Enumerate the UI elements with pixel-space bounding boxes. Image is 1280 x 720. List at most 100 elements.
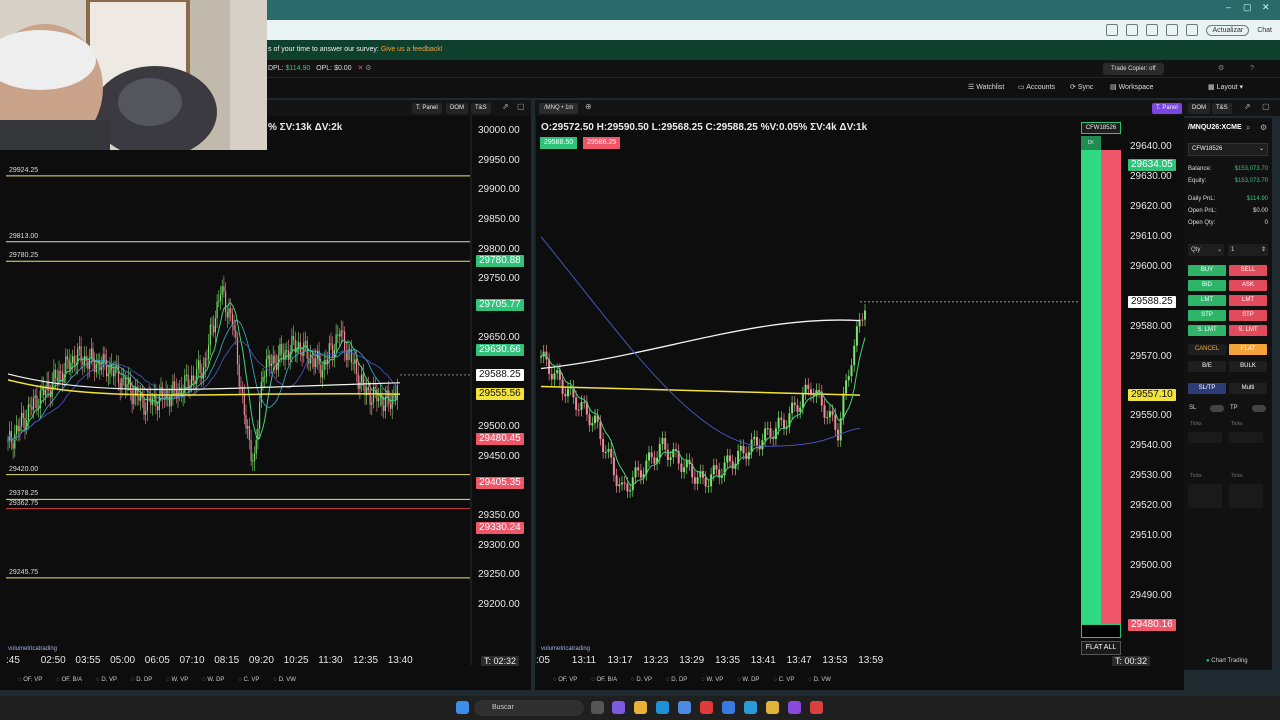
tab-multi[interactable]: Multi: [1229, 383, 1267, 394]
flat-all-button[interactable]: FLAT ALL: [1081, 641, 1121, 655]
copilot-chat-button[interactable]: Chat: [1257, 27, 1272, 34]
qty-input[interactable]: 1 ⇕: [1228, 244, 1268, 256]
candle-body: [281, 343, 283, 354]
indicator-tab[interactable]: ◌ OF. B/A: [591, 677, 617, 683]
tab-sl-tp[interactable]: SL/TP: [1188, 383, 1226, 394]
candle-body: [639, 470, 642, 478]
indicator-tab[interactable]: ◌ D. DP: [666, 677, 687, 683]
ts-button[interactable]: T&S: [1212, 103, 1232, 114]
price-tag: 29588.25: [1128, 295, 1176, 308]
cancel-button[interactable]: CANCEL: [1188, 344, 1226, 355]
sell-volume-bar[interactable]: [1101, 150, 1121, 624]
indicator-tab[interactable]: ◌ W. DP: [737, 677, 759, 683]
indicator-tab[interactable]: ◌ D. VP: [96, 677, 117, 683]
profile-icon[interactable]: [1186, 24, 1199, 36]
be-ticks-input[interactable]: [1188, 484, 1222, 508]
app-red-icon[interactable]: [700, 701, 713, 714]
left-price-chart[interactable]: [0, 100, 531, 690]
close-x-icon[interactable]: ✕: [357, 65, 363, 72]
left-chart-panel[interactable]: T. Panel DOM T&S ⇗ ▢ % ΣV:13k ΔV:2k 3000…: [0, 100, 531, 690]
popout-icon[interactable]: ⇗: [1244, 102, 1251, 111]
gear-icon[interactable]: ⚙: [1218, 60, 1224, 78]
level-label: 29420.00: [9, 465, 39, 473]
workspace-button[interactable]: ▤ Workspace: [1110, 78, 1153, 98]
sell-button[interactable]: SELL: [1229, 265, 1267, 276]
qty-mode-select[interactable]: Qty ⌄: [1188, 244, 1224, 256]
indicator-tab[interactable]: ◌ OF. VP: [18, 677, 42, 683]
account-select[interactable]: CFW18526 ⌄: [1188, 143, 1268, 156]
stepper-icon[interactable]: ⇕: [1261, 244, 1268, 256]
search-icon[interactable]: ⌕: [1246, 123, 1250, 133]
watchlist-button[interactable]: ☰ Watchlist: [968, 78, 1004, 98]
accounts-button[interactable]: ▭ Accounts: [1018, 78, 1055, 98]
price-tick: 29900.00: [478, 184, 520, 196]
maximize-icon[interactable]: ▢: [1243, 2, 1252, 13]
buy-button[interactable]: BUY: [1188, 265, 1226, 276]
dpl-value: $114.90: [285, 65, 311, 72]
buy-stop-limit-button[interactable]: S. LMT: [1188, 325, 1226, 336]
help-app-icon[interactable]: [722, 701, 735, 714]
price-tick: 29250.00: [478, 569, 520, 581]
settings-icon[interactable]: ⚙: [365, 65, 371, 72]
sell-limit-button[interactable]: LMT: [1229, 295, 1267, 306]
help-icon[interactable]: ?: [1250, 60, 1254, 78]
bulk-button[interactable]: BULK: [1229, 361, 1267, 372]
update-button[interactable]: Actualizar: [1206, 24, 1250, 36]
candle-body: [707, 486, 710, 488]
buy-limit-button[interactable]: LMT: [1188, 295, 1226, 306]
file-explorer-icon[interactable]: [634, 701, 647, 714]
tp-toggle[interactable]: [1252, 405, 1266, 412]
reader-icon[interactable]: [1106, 24, 1119, 36]
dom-button[interactable]: DOM: [1188, 103, 1210, 114]
buy-stop-button[interactable]: STP: [1188, 310, 1226, 321]
favorite-icon[interactable]: [1126, 24, 1139, 36]
sync-button[interactable]: ⟳ Sync: [1070, 78, 1093, 98]
candle-body: [842, 393, 845, 419]
indicator-tab[interactable]: ◌ C. VP: [238, 677, 259, 683]
vwap-line: [540, 385, 861, 396]
breakeven-button[interactable]: B/E: [1188, 361, 1226, 372]
indicator-tab[interactable]: ◌ D. VP: [631, 677, 652, 683]
indicator-tab[interactable]: ◌ W. DP: [202, 677, 224, 683]
sl-ticks-input[interactable]: [1188, 432, 1222, 443]
sell-stop-limit-button[interactable]: S. LMT: [1229, 325, 1267, 336]
app-blue-icon[interactable]: [744, 701, 757, 714]
chrome-icon[interactable]: [766, 701, 779, 714]
extensions-icon[interactable]: [1146, 24, 1159, 36]
layout-button[interactable]: ▦ Layout ▾: [1208, 78, 1243, 98]
indicator-tab[interactable]: ◌ OF. B/A: [56, 677, 82, 683]
close-icon[interactable]: ✕: [1262, 2, 1270, 13]
copilot-icon[interactable]: [612, 701, 625, 714]
right-chart-panel[interactable]: /MNQ • 1m ⊕ T. Panel O:29572.50 H:29590.…: [535, 100, 1184, 690]
flat-button[interactable]: FLAT: [1229, 344, 1267, 355]
indicator-tab[interactable]: ◌ W. VP: [701, 677, 723, 683]
task-view-icon[interactable]: [591, 701, 604, 714]
tp-ticks-input[interactable]: [1229, 432, 1263, 443]
bid-button[interactable]: BID: [1188, 280, 1226, 291]
indicator-tab[interactable]: ◌ D. VW: [808, 677, 831, 683]
buy-volume-bar[interactable]: [1081, 150, 1101, 624]
sell-stop-button[interactable]: STP: [1229, 310, 1267, 321]
store-icon[interactable]: [678, 701, 691, 714]
collections-icon[interactable]: [1166, 24, 1179, 36]
survey-feedback-link[interactable]: Give us a feedback!: [381, 46, 443, 53]
sl-toggle[interactable]: [1210, 405, 1224, 412]
indicator-tab[interactable]: ◌ OF. VP: [553, 677, 577, 683]
indicator-tab[interactable]: ◌ W. VP: [166, 677, 188, 683]
indicator-tab[interactable]: ◌ C. VP: [773, 677, 794, 683]
ask-button[interactable]: ASK: [1229, 280, 1267, 291]
gear-icon[interactable]: ⚙: [1260, 123, 1267, 132]
status-dot-icon: ●: [1206, 658, 1210, 664]
trail-ticks-input[interactable]: [1229, 484, 1263, 508]
trade-copier-status[interactable]: Trade Copier: off: [1103, 63, 1164, 75]
minimize-icon[interactable]: –: [1226, 2, 1231, 12]
indicator-tab[interactable]: ◌ D. VW: [273, 677, 296, 683]
discord-icon[interactable]: [788, 701, 801, 714]
taskbar-search[interactable]: Buscar: [474, 700, 584, 716]
indicator-tab[interactable]: ◌ D. DP: [131, 677, 152, 683]
expand-icon[interactable]: ▢: [1262, 102, 1270, 111]
price-tick: 29500.00: [478, 421, 520, 433]
start-icon[interactable]: [456, 701, 469, 714]
edge-icon[interactable]: [656, 701, 669, 714]
app-record-icon[interactable]: [810, 701, 823, 714]
